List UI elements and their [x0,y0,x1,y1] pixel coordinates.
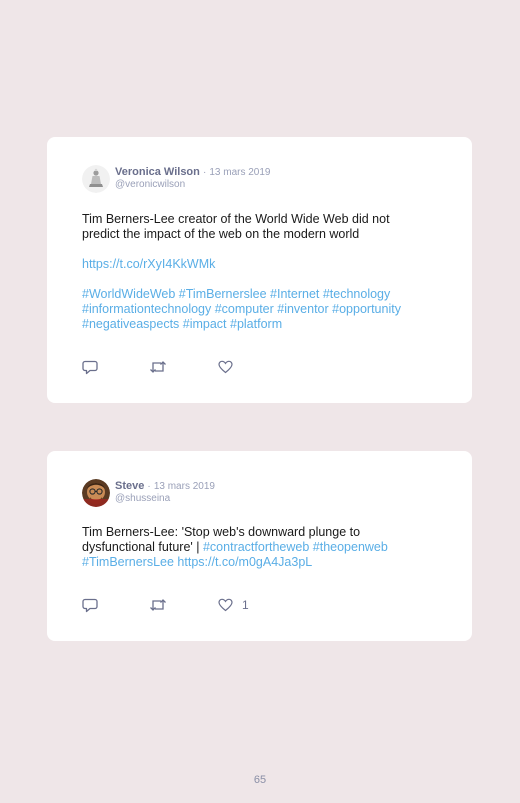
author-handle[interactable]: @shusseina [115,493,215,505]
avatar[interactable] [82,165,110,193]
tweet-date[interactable]: 13 mars 2019 [154,481,215,492]
tweet-card: Veronica Wilson · 13 mars 2019 @veronicw… [47,137,472,403]
reply-icon [82,360,98,374]
tweet-actions [82,359,342,375]
author-name[interactable]: Veronica Wilson [115,166,200,178]
tweet-text: Tim Berners-Lee creator of the World Wid… [82,212,432,332]
author-handle[interactable]: @veronicwilson [115,179,271,191]
tweet-text-line: #TimBernersLee https://t.co/m0gA4Ja3pL [82,555,432,570]
hashtag-line[interactable]: #WorldWideWeb #TimBernerslee #Internet #… [82,287,390,301]
reply-icon [82,598,98,612]
retweet-button[interactable] [149,597,167,613]
tweet-date[interactable]: 13 mars 2019 [209,167,270,178]
tweet-meta: Veronica Wilson · 13 mars 2019 @veronicw… [115,166,271,191]
tweet-header: Steve · 13 mars 2019 @shusseina [82,479,442,511]
separator-dot: · [147,481,151,492]
tweet-text: Tim Berners-Lee: 'Stop web's downward pl… [82,525,432,570]
tweet-link[interactable]: https://t.co/rXyI4KkWMk [82,257,215,271]
tweet-header: Veronica Wilson · 13 mars 2019 @veronicw… [82,165,442,197]
retweet-button[interactable] [149,359,167,375]
reply-button[interactable] [82,359,98,375]
author-name[interactable]: Steve [115,480,144,492]
hashtag-line[interactable]: #negativeaspects #impact #platform [82,317,282,331]
hashtag-line[interactable]: #informationtechnology #computer #invent… [82,302,401,316]
like-count: 1 [242,598,249,612]
tweet-text-line: Tim Berners-Lee creator of the World Wid… [82,212,390,226]
page-number: 65 [253,774,267,786]
tweet-text-line: Tim Berners-Lee: 'Stop web's downward pl… [82,525,361,539]
avatar[interactable] [82,479,110,507]
hashtag-line[interactable]: #contractfortheweb #theopenweb [203,540,388,554]
like-button[interactable] [218,359,233,375]
hashtag[interactable]: #TimBernersLee [82,555,174,569]
tweet-meta: Steve · 13 mars 2019 @shusseina [115,480,215,505]
heart-icon [218,360,233,374]
tweet-actions: 1 [82,597,342,613]
separator-dot: · [202,167,207,178]
reply-button[interactable] [82,597,98,613]
tweet-text-line: dysfunctional future' | #contractforthew… [82,540,432,555]
tweet-text-fragment: dysfunctional future' | [82,540,203,554]
tweet-card: Steve · 13 mars 2019 @shusseina Tim Bern… [47,451,472,641]
tweet-text-line: predict the impact of the web on the mod… [82,227,360,241]
like-button[interactable]: 1 [218,597,249,613]
tweet-link[interactable]: https://t.co/m0gA4Ja3pL [177,555,312,569]
retweet-icon [150,361,166,373]
heart-icon [218,598,233,612]
retweet-icon [150,599,166,611]
